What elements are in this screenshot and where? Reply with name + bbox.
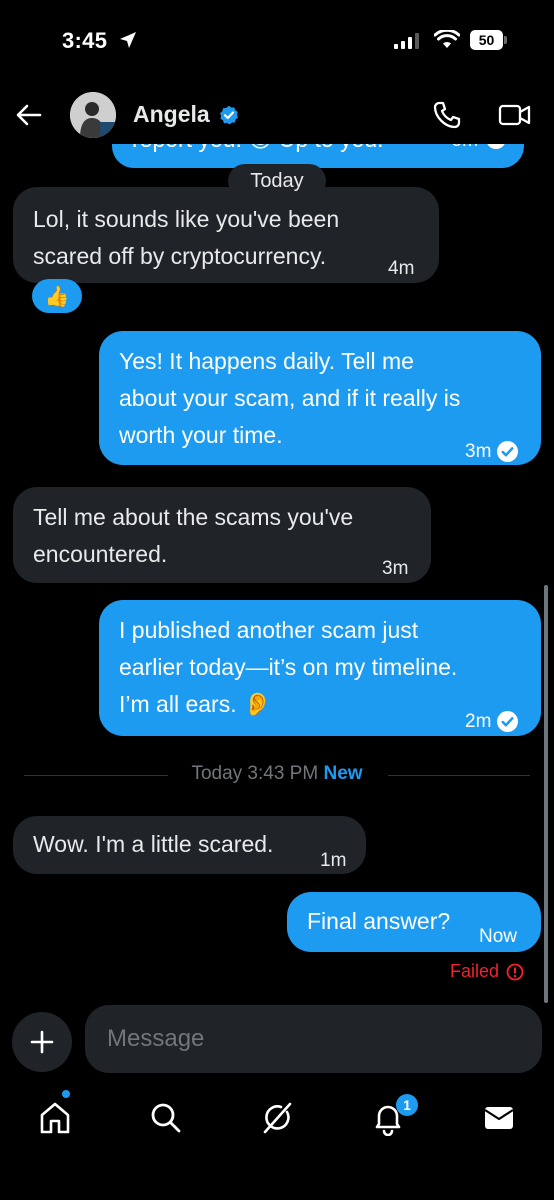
new-badge: New <box>323 763 363 784</box>
message-bubble-outgoing[interactable]: I published another scam just earlier to… <box>99 600 541 736</box>
read-check-icon <box>497 711 519 733</box>
arrow-left-icon[interactable] <box>14 100 44 130</box>
message-line: Tell me about the scams you've <box>33 504 354 530</box>
message-bubble-incoming[interactable]: Wow. I'm a little scared. 1m <box>13 816 366 874</box>
nav-home[interactable] <box>35 1098 75 1138</box>
conversation-header: Angela <box>0 86 554 144</box>
message-line: I published another scam just <box>119 617 419 643</box>
nav-messages[interactable] <box>479 1098 519 1138</box>
message-line: Lol, it sounds like you've been <box>33 206 340 232</box>
divider-timestamp: Today 3:43 PM <box>191 763 319 784</box>
message-thread[interactable]: report you. 😉 Up to you. 5m Today Lol, i… <box>0 0 554 1003</box>
new-messages-divider: Today 3:43 PM New <box>0 763 554 785</box>
message-line: about your scam, and if it really is <box>119 385 461 411</box>
nav-search[interactable] <box>146 1098 186 1138</box>
bottom-navigation <box>0 1090 554 1150</box>
search-icon <box>151 1103 181 1133</box>
message-bubble-incoming[interactable]: Lol, it sounds like you've been scared o… <box>13 187 439 283</box>
day-separator: Today <box>228 164 326 198</box>
message-time: 4m <box>388 258 415 279</box>
message-failed-status[interactable]: Failed <box>450 961 524 982</box>
message-time: 1m <box>320 850 347 871</box>
failed-label: Failed <box>449 961 499 981</box>
message-bubble-outgoing[interactable]: Yes! It happens daily. Tell me about you… <box>99 331 541 465</box>
notification-count-badge: 1 <box>396 1094 418 1116</box>
nav-grok[interactable] <box>257 1098 297 1138</box>
message-bubble-outgoing[interactable]: Final answer? Now <box>287 892 541 952</box>
phone-icon[interactable] <box>432 100 462 130</box>
home-indicator <box>207 1183 347 1188</box>
message-time: 2m <box>465 703 519 740</box>
message-line: Yes! It happens daily. Tell me <box>119 348 414 374</box>
scrollbar[interactable] <box>544 585 548 1003</box>
profile-photo-icon <box>70 92 116 138</box>
message-line: Wow. I'm a little scared. <box>33 831 274 857</box>
read-check-icon <box>497 441 519 463</box>
verified-badge-icon <box>220 105 238 125</box>
avatar[interactable] <box>70 92 116 138</box>
message-time: 3m <box>465 433 519 470</box>
plus-icon <box>30 1030 54 1054</box>
home-unread-dot <box>62 1090 70 1098</box>
thumbs-up-reaction[interactable]: 👍 <box>32 279 82 313</box>
message-line: encountered. <box>33 541 168 567</box>
video-camera-icon[interactable] <box>498 102 532 128</box>
home-icon <box>40 1102 70 1134</box>
message-line: scared off by cryptocurrency. <box>33 243 327 269</box>
error-info-icon <box>506 963 524 980</box>
message-line: earlier today—it’s on my timeline. <box>119 654 458 680</box>
add-attachment-button[interactable] <box>12 1012 72 1072</box>
message-line: worth your time. <box>119 422 283 448</box>
message-line: I’m all ears. 👂 <box>119 691 272 717</box>
message-time: 3m <box>382 558 409 579</box>
message-time: Now <box>479 926 518 947</box>
message-input[interactable] <box>85 1005 542 1073</box>
messages-icon <box>484 1107 514 1129</box>
contact-name[interactable]: Angela <box>133 101 210 128</box>
message-bubble-incoming[interactable]: Tell me about the scams you've encounter… <box>13 487 431 583</box>
grok-icon <box>263 1102 292 1134</box>
